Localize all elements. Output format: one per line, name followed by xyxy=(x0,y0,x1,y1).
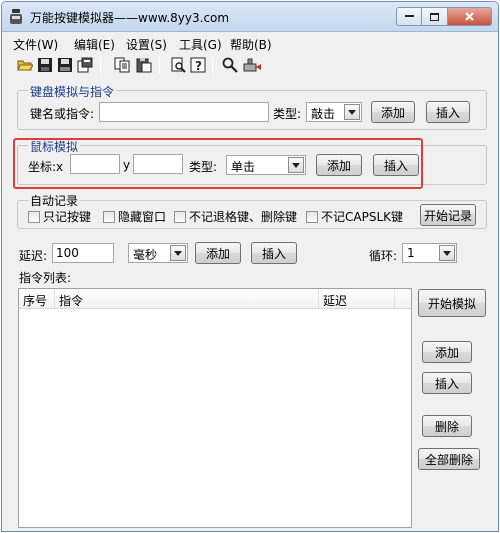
key-name-input[interactable] xyxy=(99,102,269,122)
auto-record-title: 自动记录 xyxy=(28,192,81,209)
hide-window-label: 隐藏窗口 xyxy=(118,210,167,224)
checkbox-box xyxy=(306,210,318,223)
keyboard-type-label: 类型: xyxy=(273,107,302,121)
record-icon[interactable] xyxy=(242,57,262,73)
toolbar-separator xyxy=(100,57,101,74)
loop-select[interactable]: 1 xyxy=(402,243,457,263)
caption-buttons xyxy=(396,7,492,26)
chevron-down-icon xyxy=(439,245,455,261)
delete-button[interactable]: 删除 xyxy=(422,415,472,437)
keyboard-add-button[interactable]: 添加 xyxy=(371,101,415,123)
chevron-down-icon xyxy=(170,245,186,261)
close-button[interactable] xyxy=(448,7,492,26)
column-header-delay[interactable]: 延迟 xyxy=(319,289,395,309)
menu-file[interactable]: 文件(W) xyxy=(13,36,58,53)
app-icon xyxy=(10,9,22,24)
toolbar-separator xyxy=(159,57,160,74)
menu-settings[interactable]: 设置(S) xyxy=(126,36,167,53)
close-icon xyxy=(465,12,474,21)
command-list[interactable]: 序号 指令 延迟 xyxy=(18,288,412,528)
no-backspace-label: 不记退格键、删除键 xyxy=(189,210,298,224)
only-keys-checkbox[interactable]: 只记按键 xyxy=(28,208,91,225)
hide-window-checkbox[interactable]: 隐藏窗口 xyxy=(103,208,166,225)
window-title: 万能按键模拟器——www.8yy3.com xyxy=(30,11,230,25)
key-name-label: 键名或指令: xyxy=(30,107,95,121)
start-record-button[interactable]: 开始记录 xyxy=(420,204,476,226)
delay-unit-select[interactable]: 毫秒 xyxy=(128,243,188,263)
start-simulation-button[interactable]: 开始模拟 xyxy=(418,289,486,317)
maximize-icon xyxy=(430,12,439,21)
minimize-icon xyxy=(404,15,414,17)
save-as-icon[interactable] xyxy=(57,57,73,73)
paste-icon[interactable] xyxy=(136,57,152,73)
maximize-button[interactable] xyxy=(422,7,448,26)
keyboard-group-title: 键盘模拟与指令 xyxy=(28,83,117,100)
svg-text:?: ? xyxy=(195,59,202,73)
print-preview-icon[interactable] xyxy=(170,57,186,73)
command-list-header: 序号 指令 延迟 xyxy=(19,289,411,309)
column-header-index[interactable]: 序号 xyxy=(19,289,55,309)
toolbar: ? xyxy=(2,53,498,77)
toolbar-separator xyxy=(212,57,213,74)
no-capslock-label: 不记CAPSLK键 xyxy=(321,210,403,224)
menu-bar: 文件(W) 编辑(E) 设置(S) 工具(G) 帮助(B) xyxy=(2,33,498,53)
column-header-command[interactable]: 指令 xyxy=(55,289,319,309)
keyboard-insert-button[interactable]: 插入 xyxy=(426,101,470,123)
app-window: 万能按键模拟器——www.8yy3.com 文件(W) 编辑(E) 设置(S) … xyxy=(1,1,499,532)
side-add-button[interactable]: 添加 xyxy=(422,341,472,363)
copy-icon[interactable] xyxy=(114,57,130,73)
delete-all-button[interactable]: 全部删除 xyxy=(418,448,480,470)
open-folder-icon[interactable] xyxy=(17,57,33,73)
menu-help[interactable]: 帮助(B) xyxy=(230,36,272,53)
delay-label: 延迟: xyxy=(19,249,48,263)
command-list-title: 指令列表: xyxy=(19,271,72,285)
delay-insert-button[interactable]: 插入 xyxy=(251,242,297,264)
checkbox-box xyxy=(103,210,115,223)
delay-unit-value: 毫秒 xyxy=(133,248,158,262)
menu-edit[interactable]: 编辑(E) xyxy=(74,36,115,53)
chevron-down-icon xyxy=(344,104,360,120)
loop-value: 1 xyxy=(407,246,415,260)
delay-add-button[interactable]: 添加 xyxy=(195,242,241,264)
mouse-group-highlight xyxy=(13,138,423,189)
loop-label: 循环: xyxy=(369,249,398,263)
menu-tools[interactable]: 工具(G) xyxy=(179,36,222,53)
no-backspace-checkbox[interactable]: 不记退格键、删除键 xyxy=(174,208,297,225)
no-capslock-checkbox[interactable]: 不记CAPSLK键 xyxy=(306,208,403,225)
checkbox-box xyxy=(28,210,40,223)
keyboard-type-select[interactable]: 敲击 xyxy=(306,102,362,122)
keyboard-type-value: 敲击 xyxy=(311,107,336,121)
minimize-button[interactable] xyxy=(396,7,422,26)
save-icon[interactable] xyxy=(37,57,53,73)
properties-icon[interactable] xyxy=(77,57,93,73)
search-icon[interactable] xyxy=(222,57,238,73)
title-bar[interactable]: 万能按键模拟器——www.8yy3.com xyxy=(2,2,498,32)
only-keys-label: 只记按键 xyxy=(43,210,92,224)
side-insert-button[interactable]: 插入 xyxy=(422,372,472,394)
checkbox-box xyxy=(174,210,186,223)
delay-input[interactable]: 100 xyxy=(52,243,114,263)
help-icon[interactable]: ? xyxy=(190,57,206,73)
